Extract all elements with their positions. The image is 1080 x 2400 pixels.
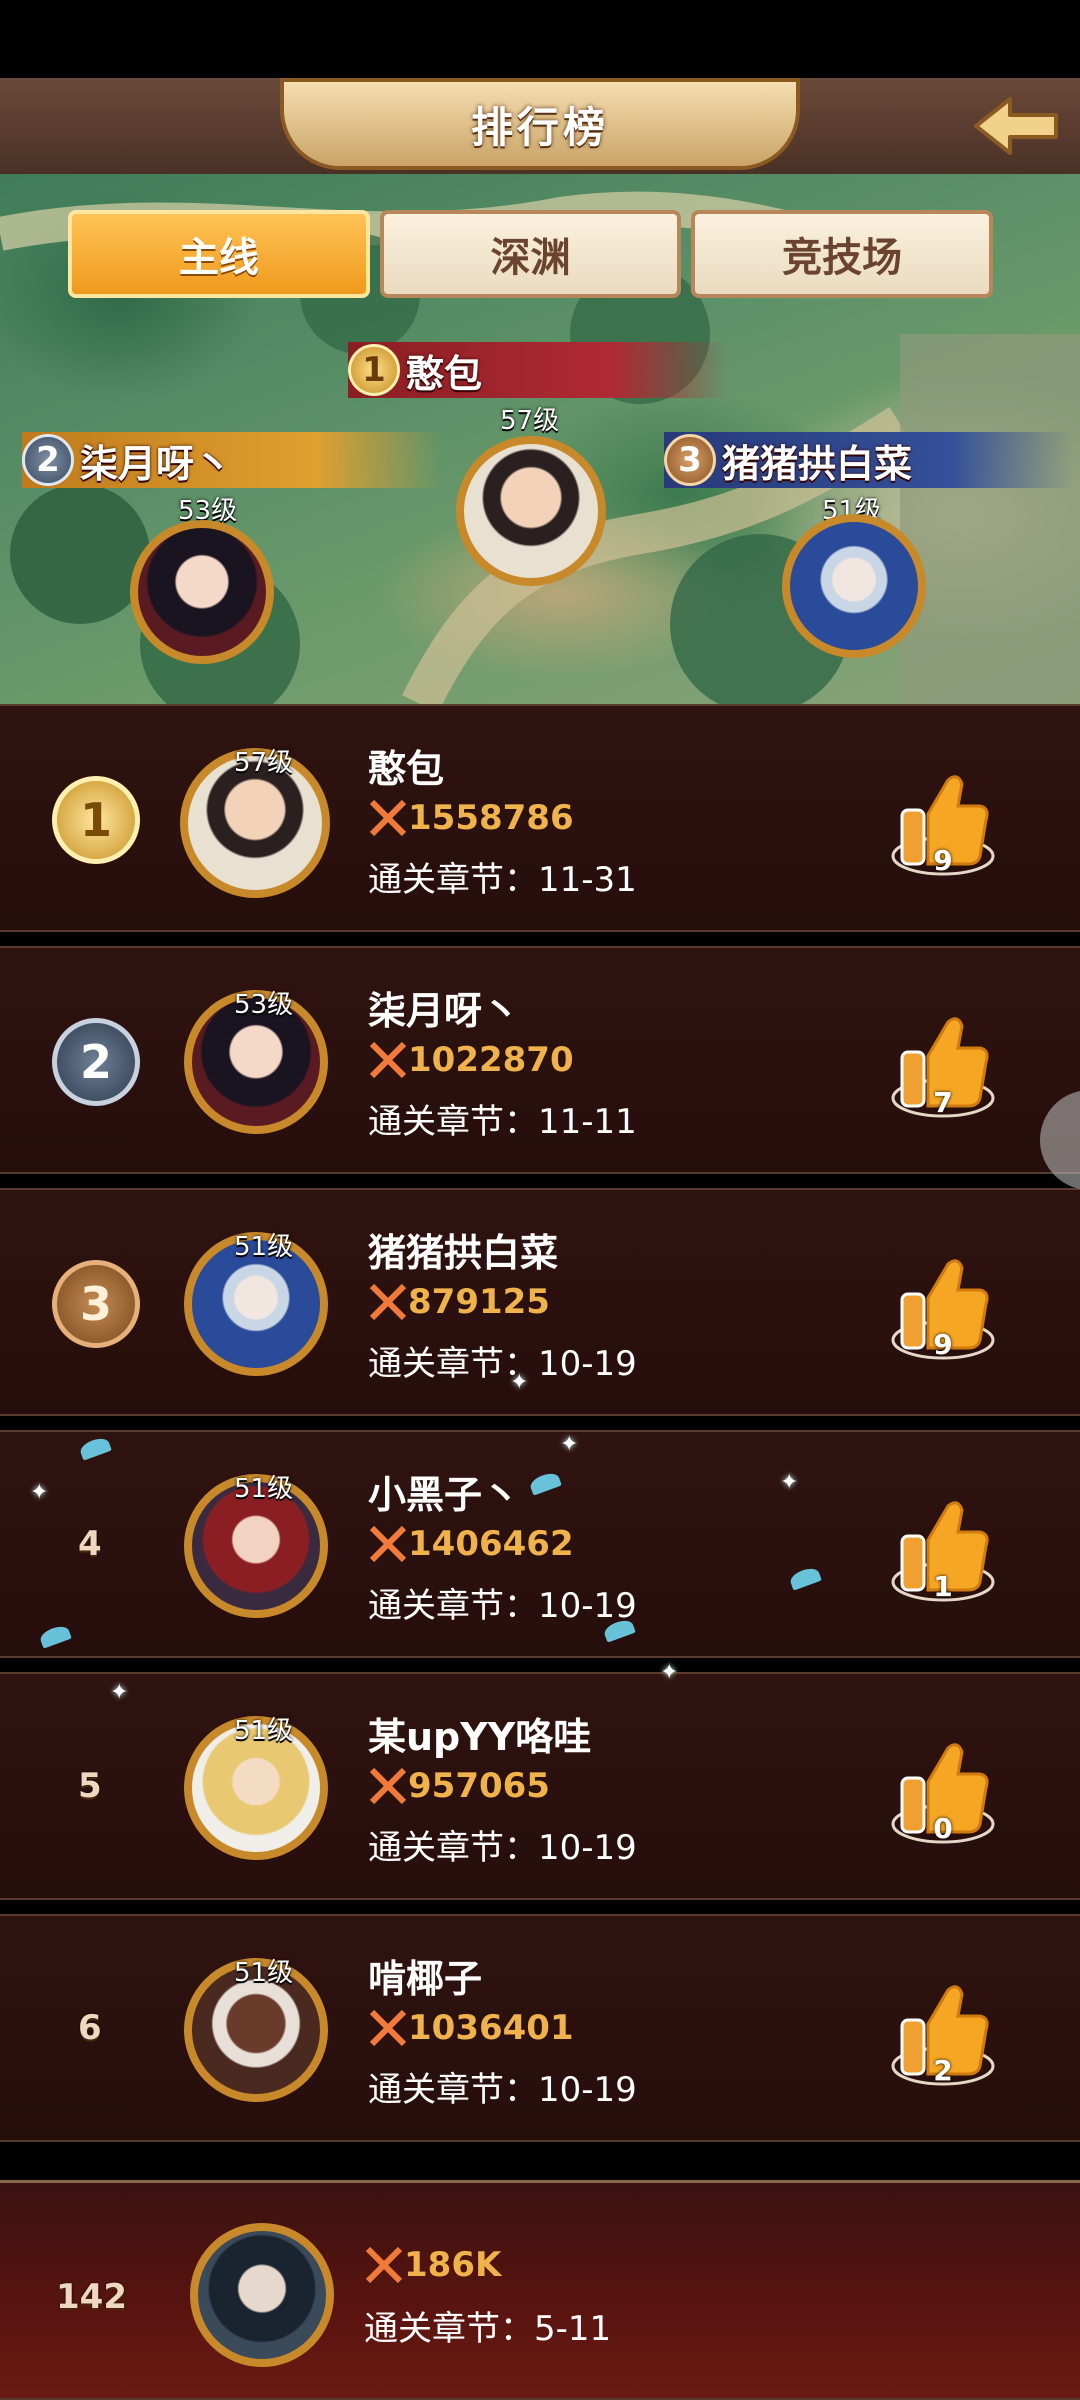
sparkle-decoration: ✦	[30, 1480, 49, 1505]
player-level: 51级	[234, 1474, 294, 1504]
like-count: 7	[933, 1086, 953, 1119]
self-power-value: 186K	[404, 2245, 502, 2285]
podium-first-avatar[interactable]	[456, 436, 606, 586]
tab-mainline[interactable]: 主线	[68, 210, 370, 298]
player-power: 1022870	[368, 1040, 574, 1080]
like-button[interactable]: 0	[888, 1732, 998, 1852]
like-count: 9	[933, 1328, 953, 1361]
rank-medal-gold: 1	[52, 776, 140, 864]
self-rank-row: 142 186K 通关章节：5-11	[0, 2180, 1080, 2400]
player-power: 879125	[368, 1282, 550, 1322]
player-chapter: 通关章节：10-19	[368, 1344, 637, 1384]
player-level: 51级	[234, 1716, 294, 1746]
rank-medal-silver: 2	[52, 1018, 140, 1106]
player-power: 1406462	[368, 1524, 574, 1564]
player-power-value: 879125	[408, 1282, 550, 1322]
crossed-swords-icon	[369, 1041, 407, 1079]
sparkle-decoration: ✦	[660, 1660, 679, 1685]
player-name: 柒月呀丶	[368, 989, 521, 1033]
player-power-value: 1036401	[408, 2008, 574, 2048]
player-name: 小黑子丶	[368, 1473, 521, 1517]
player-name: 猪猪拱白菜	[368, 1231, 559, 1275]
player-chapter: 通关章节：10-19	[368, 2070, 637, 2110]
player-chapter: 通关章节：10-19	[368, 1586, 637, 1626]
sparkle-decoration: ✦	[560, 1432, 579, 1457]
player-power: 957065	[368, 1766, 550, 1806]
rank-number: 4	[78, 1524, 102, 1564]
like-button[interactable]: 9	[888, 764, 998, 884]
like-count: 0	[933, 1812, 953, 1845]
podium-second-avatar[interactable]	[130, 520, 274, 664]
rank-row-5[interactable]: 5 51级 某upYY咯哇 957065 通关章节：10-19 0	[0, 1672, 1080, 1900]
podium-second-name: 柒月呀丶	[80, 441, 233, 486]
self-rank-number: 142	[56, 2277, 127, 2317]
tab-arena[interactable]: 竞技场	[691, 210, 994, 298]
sparkle-decoration: ✦	[510, 1370, 529, 1395]
like-button[interactable]: 1	[888, 1490, 998, 1610]
crossed-swords-icon	[369, 1525, 407, 1563]
like-button[interactable]: 2	[888, 1974, 998, 2094]
podium-third-name: 猪猪拱白菜	[722, 441, 913, 486]
rank-row-6[interactable]: 6 51级 啃椰子 1036401 通关章节：10-19 2	[0, 1914, 1080, 2142]
player-level: 51级	[234, 1958, 294, 1988]
rank-row-3[interactable]: 3 51级 猪猪拱白菜 879125 通关章节：10-19 9	[0, 1188, 1080, 1416]
rank-number: 5	[78, 1766, 102, 1806]
podium-third-avatar[interactable]	[782, 514, 926, 658]
rank-number: 6	[78, 2008, 102, 2048]
crossed-swords-icon	[369, 799, 407, 837]
player-name: 憨包	[368, 747, 445, 791]
player-level: 53级	[234, 990, 294, 1020]
player-power: 1036401	[368, 2008, 574, 2048]
like-count: 1	[933, 1570, 953, 1603]
like-button[interactable]: 7	[888, 1006, 998, 1126]
page-title: 排行榜	[470, 102, 609, 152]
like-count: 9	[933, 844, 953, 877]
podium-first-banner: 1 憨包	[348, 342, 728, 398]
self-avatar[interactable]	[190, 2223, 334, 2367]
player-name: 啃椰子	[368, 1957, 483, 2001]
rank-row-4[interactable]: 4 51级 小黑子丶 1406462 通关章节：10-19 1	[0, 1430, 1080, 1658]
player-power: 1558786	[368, 798, 574, 838]
player-power-value: 957065	[408, 1766, 550, 1806]
podium-third-rank-badge: 3	[664, 434, 716, 486]
self-chapter: 通关章节：5-11	[364, 2309, 612, 2349]
rank-row-2[interactable]: 2 53级 柒月呀丶 1022870 通关章节：11-11 7	[0, 946, 1080, 1174]
title-plate: 排行榜	[280, 78, 800, 170]
like-button[interactable]: 9	[888, 1248, 998, 1368]
player-chapter: 通关章节：11-11	[368, 1102, 637, 1142]
rank-medal-bronze: 3	[52, 1260, 140, 1348]
tab-abyss[interactable]: 深渊	[379, 210, 682, 298]
player-chapter: 通关章节：10-19	[368, 1828, 637, 1868]
podium-first-level: 57级	[500, 406, 560, 436]
player-power-value: 1406462	[408, 1524, 574, 1564]
category-tabs: 主线 深渊 竞技场	[68, 210, 994, 302]
podium-first-name: 憨包	[406, 351, 483, 396]
podium-first-rank-badge: 1	[348, 344, 400, 396]
tab-mainline-label: 主线	[178, 235, 259, 281]
sparkle-decoration: ✦	[110, 1680, 129, 1705]
tab-abyss-label: 深渊	[490, 235, 571, 281]
player-name: 某upYY咯哇	[368, 1715, 592, 1759]
crossed-swords-icon	[369, 2009, 407, 2047]
back-button[interactable]	[968, 86, 1064, 166]
like-count: 2	[933, 2054, 953, 2087]
player-chapter: 通关章节：11-31	[368, 860, 637, 900]
sparkle-decoration: ✦	[780, 1470, 799, 1495]
status-bar	[0, 0, 1080, 78]
back-arrow-icon	[974, 97, 1058, 155]
podium-third-banner: 3 猪猪拱白菜	[664, 432, 1074, 488]
player-power-value: 1558786	[408, 798, 574, 838]
podium-second-rank-badge: 2	[22, 434, 74, 486]
tab-arena-label: 竞技场	[782, 235, 903, 281]
player-level: 57级	[234, 748, 294, 778]
rank-row-1[interactable]: 1 57级 憨包 1558786 通关章节：11-31 9	[0, 704, 1080, 932]
crossed-swords-icon	[369, 1283, 407, 1321]
crossed-swords-icon	[369, 1767, 407, 1805]
player-level: 51级	[234, 1232, 294, 1262]
crossed-swords-icon	[365, 2246, 403, 2284]
podium-second-banner: 2 柒月呀丶	[22, 432, 442, 488]
self-power: 186K	[364, 2245, 501, 2285]
player-power-value: 1022870	[408, 1040, 574, 1080]
